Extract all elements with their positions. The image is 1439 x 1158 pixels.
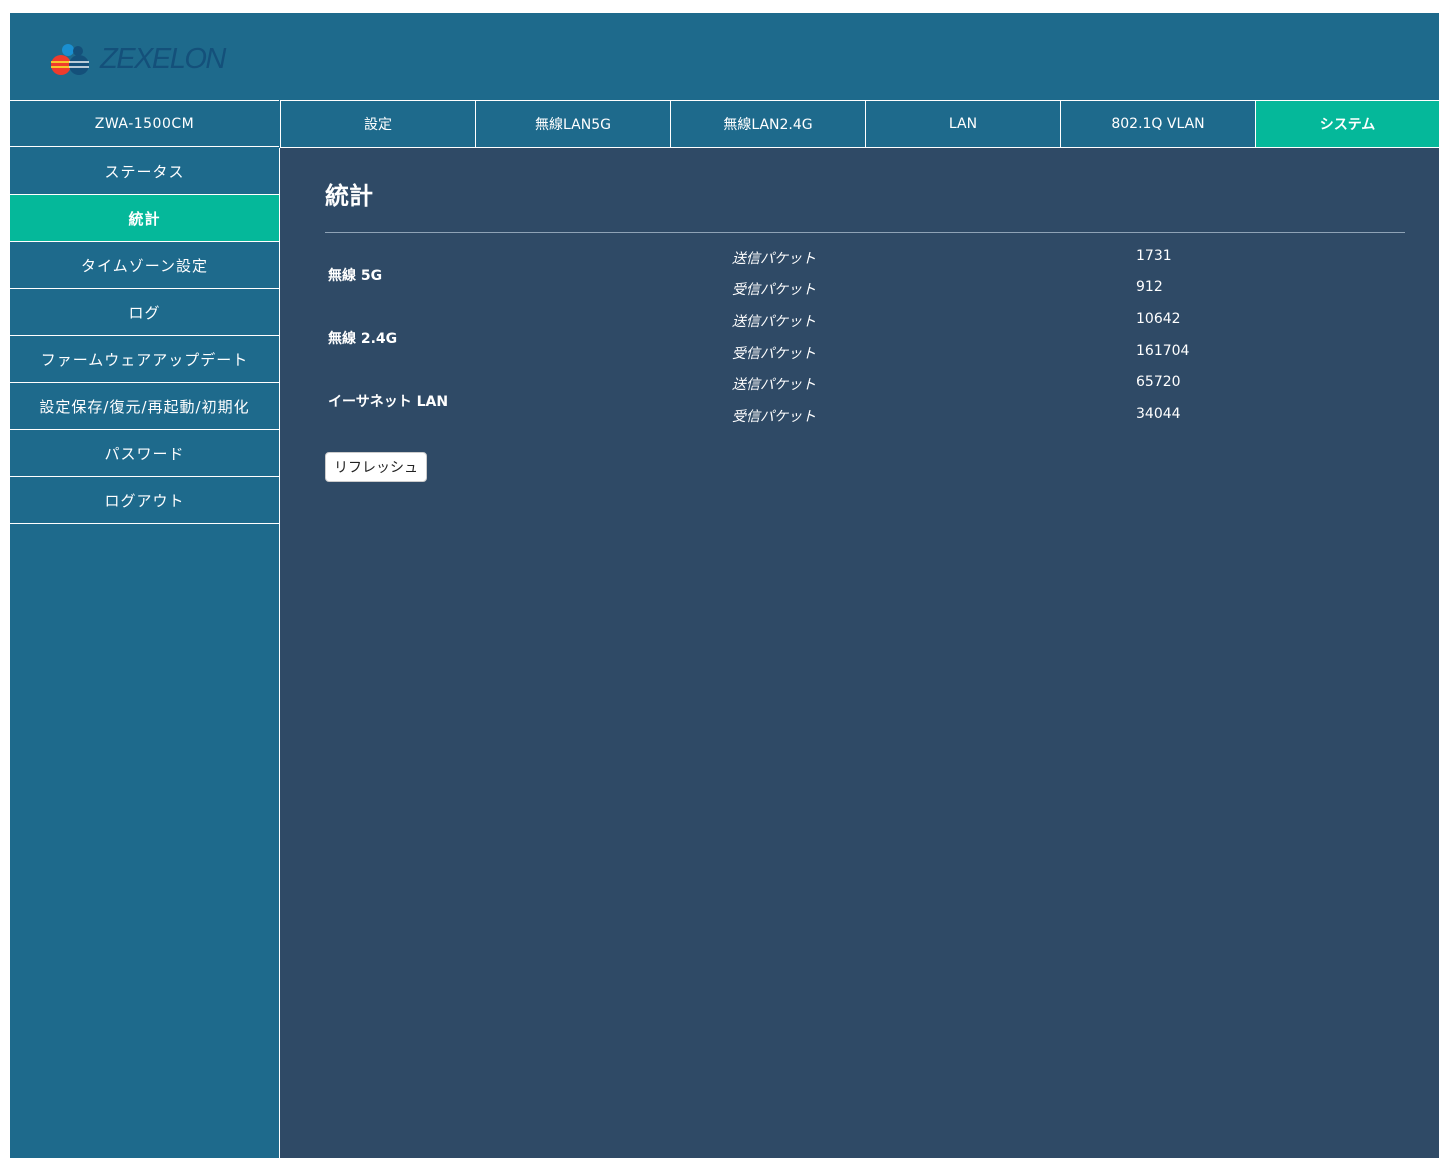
- tab-wireless-24g[interactable]: 無線LAN2.4G: [670, 101, 865, 147]
- tx-value-5g: 1731: [1136, 248, 1172, 264]
- refresh-button[interactable]: リフレッシュ: [325, 452, 427, 482]
- tab-settings[interactable]: 設定: [280, 101, 475, 147]
- group-label-lan: イーサネット LAN: [328, 394, 449, 410]
- divider: [325, 232, 1405, 233]
- sidebar-item-logout[interactable]: ログアウト: [10, 477, 279, 524]
- tab-system[interactable]: システム: [1255, 101, 1439, 147]
- tx-value-24g: 10642: [1136, 311, 1181, 327]
- brand-logo[interactable]: ZEXELON: [48, 41, 226, 77]
- tx-label-lan: 送信パケット: [732, 377, 816, 393]
- tab-lan[interactable]: LAN: [865, 101, 1060, 147]
- group-label-24g: 無線 2.4G: [328, 331, 398, 347]
- tab-wireless-5g[interactable]: 無線LAN5G: [475, 101, 670, 147]
- tx-label-5g: 送信パケット: [732, 251, 816, 267]
- brand-name: ZEXELON: [100, 43, 226, 75]
- rx-label-lan: 受信パケット: [732, 409, 816, 425]
- sidebar-item-firmware[interactable]: ファームウェアアップデート: [10, 336, 279, 383]
- sidebar-item-password[interactable]: パスワード: [10, 430, 279, 477]
- rx-label-5g: 受信パケット: [732, 282, 816, 298]
- top-nav: ZWA-1500CM 設定 無線LAN5G 無線LAN2.4G LAN 802.…: [10, 100, 1439, 148]
- tx-value-lan: 65720: [1136, 374, 1181, 390]
- sidebar-item-statistics[interactable]: 統計: [10, 195, 279, 242]
- rx-value-lan: 34044: [1136, 406, 1181, 422]
- sidebar-item-status[interactable]: ステータス: [10, 148, 279, 195]
- rx-value-24g: 161704: [1136, 343, 1190, 359]
- logo-icon: [51, 44, 89, 75]
- rx-value-5g: 912: [1136, 279, 1163, 295]
- tab-bar: 設定 無線LAN5G 無線LAN2.4G LAN 802.1Q VLAN システ…: [280, 100, 1439, 148]
- main-content: 統計 無線 5G 送信パケット 1731 受信パケット 912 無線 2.4G …: [280, 148, 1439, 1158]
- group-label-5g: 無線 5G: [328, 268, 383, 284]
- tab-vlan[interactable]: 802.1Q VLAN: [1060, 101, 1255, 147]
- app-frame: ZEXELON ZWA-1500CM 設定 無線LAN5G 無線LAN2.4G …: [10, 13, 1439, 1158]
- sidebar-item-backup[interactable]: 設定保存/復元/再起動/初期化: [10, 383, 279, 430]
- page-title: 統計: [325, 182, 373, 210]
- sidebar-item-timezone[interactable]: タイムゾーン設定: [10, 242, 279, 289]
- rx-label-24g: 受信パケット: [732, 346, 816, 362]
- tx-label-24g: 送信パケット: [732, 314, 816, 330]
- sidebar-item-log[interactable]: ログ: [10, 289, 279, 336]
- device-model: ZWA-1500CM: [10, 100, 279, 147]
- sidebar: ステータス 統計 タイムゾーン設定 ログ ファームウェアアップデート 設定保存/…: [10, 148, 280, 1158]
- header: ZEXELON: [10, 13, 1439, 100]
